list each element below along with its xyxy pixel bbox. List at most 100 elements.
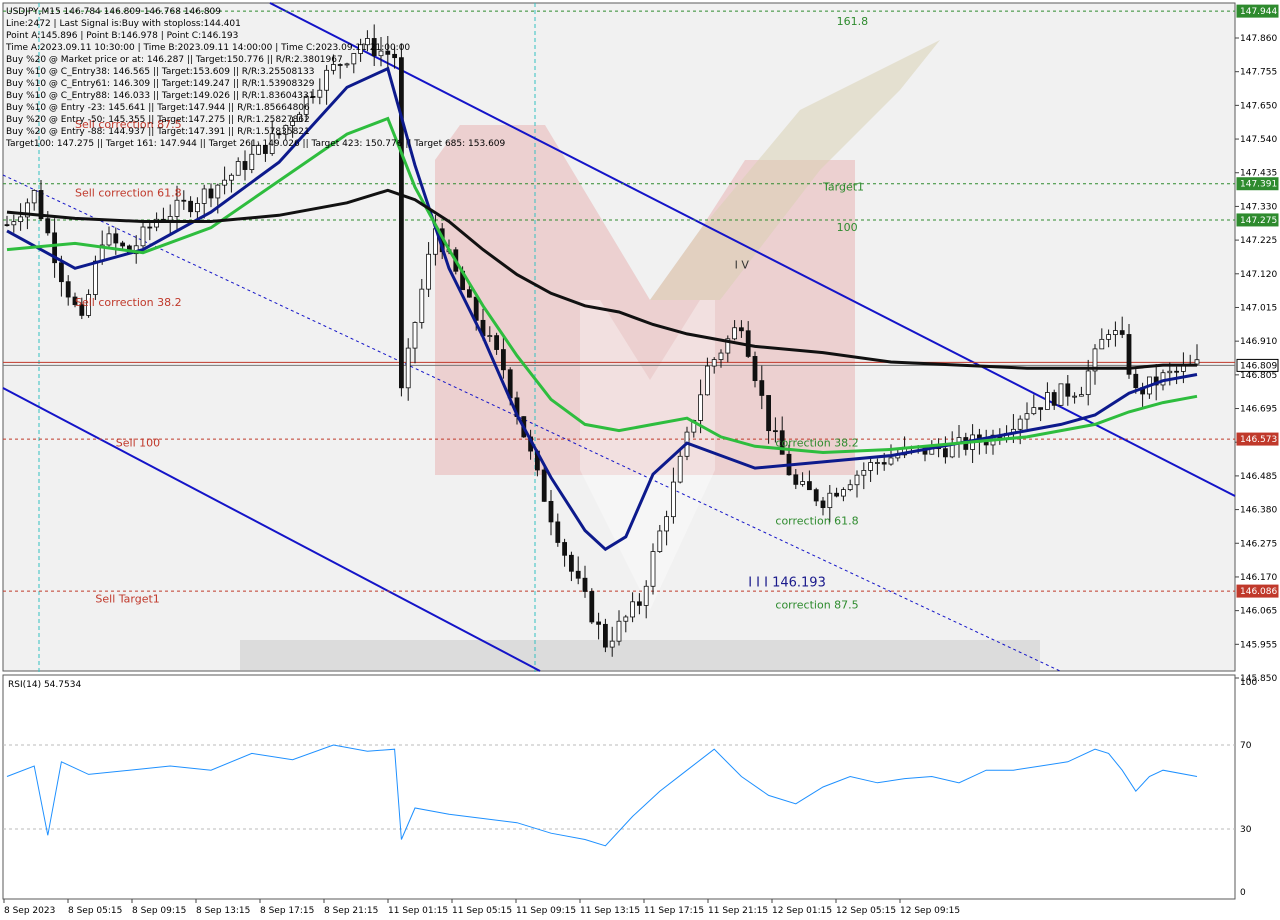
price-tick-label: 146.805 xyxy=(1240,371,1277,381)
annotation-2: 100 xyxy=(837,221,858,234)
time-tick-label: 11 Sep 09:15 xyxy=(516,906,576,916)
candle-body xyxy=(487,335,493,338)
candle-body xyxy=(317,89,323,98)
candle-body xyxy=(555,521,561,543)
annotation-0: 161.8 xyxy=(837,15,869,28)
candle-body xyxy=(562,542,567,556)
candle-body xyxy=(174,199,180,217)
time-tick-label: 8 Sep 09:15 xyxy=(132,906,186,916)
candle-body xyxy=(235,161,241,176)
time-tick-label: 8 Sep 21:15 xyxy=(324,906,378,916)
candle-body xyxy=(426,253,432,290)
candle-body xyxy=(18,216,24,223)
candle-body xyxy=(45,218,51,234)
candle-body xyxy=(800,481,805,485)
candle-body xyxy=(215,184,221,199)
candle-body xyxy=(847,484,853,491)
price-tick-label: 147.330 xyxy=(1240,202,1277,212)
price-tick-label: 146.695 xyxy=(1240,405,1277,415)
info-line-7: Buy %10 @ Entry -23: 145.641 || Target:1… xyxy=(6,103,310,113)
price-tick-label: 147.860 xyxy=(1240,34,1277,44)
candle-body xyxy=(1038,407,1043,410)
rsi-label: RSI(14) 54.7534 xyxy=(8,680,81,690)
price-tag-3: 146.809 xyxy=(1240,361,1277,371)
candle-body xyxy=(222,179,228,186)
annotation-1: Target1 xyxy=(822,180,864,193)
candle-body xyxy=(93,260,98,295)
candle-body xyxy=(140,226,146,247)
candle-body xyxy=(392,53,398,59)
time-tick-label: 11 Sep 17:15 xyxy=(644,906,704,916)
price-tag-2: 147.275 xyxy=(1240,216,1277,226)
candle-body xyxy=(637,601,642,606)
info-line-5: Buy %10 @ C_Entry61: 146.309 || Target:1… xyxy=(6,79,315,89)
candle-body xyxy=(813,489,819,502)
candle-body xyxy=(1031,407,1037,415)
candle-body xyxy=(249,153,255,170)
time-tick-label: 12 Sep 01:15 xyxy=(772,906,832,916)
candle-body xyxy=(759,380,765,396)
price-tick-label: 145.955 xyxy=(1240,640,1277,650)
candle-body xyxy=(664,516,669,532)
candle-body xyxy=(1106,334,1111,340)
price-tick-label: 147.650 xyxy=(1240,101,1277,111)
candle-body xyxy=(242,161,248,170)
candle-body xyxy=(548,500,554,523)
candle-body xyxy=(1017,418,1023,430)
candle-body xyxy=(888,457,894,465)
candle-body xyxy=(1160,372,1166,386)
time-tick-label: 11 Sep 13:15 xyxy=(580,906,640,916)
price-tick-label: 146.380 xyxy=(1240,506,1277,516)
time-tick-label: 8 Sep 13:15 xyxy=(196,906,250,916)
candle-body xyxy=(718,352,724,360)
candle-body xyxy=(752,356,758,382)
annotation-11: correction 87.5 xyxy=(775,599,858,612)
time-tick-label: 8 Sep 05:15 xyxy=(68,906,122,916)
info-line-4: Buy %10 @ C_Entry38: 146.565 || Target:1… xyxy=(6,67,314,77)
candle-body xyxy=(677,455,683,483)
candle-body xyxy=(773,430,778,433)
candle-body xyxy=(473,296,479,321)
rsi-level-label: 70 xyxy=(1240,741,1252,751)
watermark-text-block xyxy=(240,640,1040,670)
price-tick-label: 147.120 xyxy=(1240,270,1277,280)
rsi-pane[interactable] xyxy=(2,674,1236,900)
candle-body xyxy=(106,233,112,246)
candle-body xyxy=(113,233,119,244)
candle-body xyxy=(1058,383,1064,406)
rsi-level-label: 0 xyxy=(1240,888,1246,898)
candle-body xyxy=(1119,330,1125,335)
symbol-line: USDJPY,M15 146.784 146.809 146.768 146.8… xyxy=(6,7,221,17)
candle-body xyxy=(167,216,173,221)
candle-body xyxy=(807,481,812,491)
candle-body xyxy=(494,335,500,350)
candle-body xyxy=(589,591,595,623)
candle-body xyxy=(854,474,860,486)
candle-body xyxy=(65,281,71,298)
candle-body xyxy=(609,640,615,648)
candle-body xyxy=(147,226,153,229)
candle-body xyxy=(861,470,867,476)
candle-body xyxy=(188,200,194,213)
candle-body xyxy=(793,474,799,485)
candle-body xyxy=(1024,413,1030,420)
candle-body xyxy=(1065,383,1071,397)
time-tick-label: 11 Sep 01:15 xyxy=(388,906,448,916)
info-line-0: Line:2472 | Last Signal is:Buy with stop… xyxy=(6,19,241,29)
candle-body xyxy=(983,441,989,446)
candle-body xyxy=(194,203,200,213)
candle-body xyxy=(228,174,234,181)
candle-body xyxy=(1167,370,1173,374)
info-line-2: Time A:2023.09.11 10:30:00 | Time B:2023… xyxy=(5,43,410,53)
candle-body xyxy=(766,395,771,432)
info-line-9: Buy %20 @ Entry -88: 144.937 || Target:1… xyxy=(6,127,310,137)
candle-body xyxy=(11,221,17,226)
info-line-1: Point A:145.896 | Point B:146.978 | Poin… xyxy=(6,31,238,41)
candle-body xyxy=(405,347,411,389)
candle-body xyxy=(603,623,608,648)
candle-body xyxy=(575,570,581,579)
candle-body xyxy=(466,289,472,298)
candle-body xyxy=(834,492,839,497)
candle-body xyxy=(569,554,574,572)
candle-body xyxy=(1051,392,1057,406)
